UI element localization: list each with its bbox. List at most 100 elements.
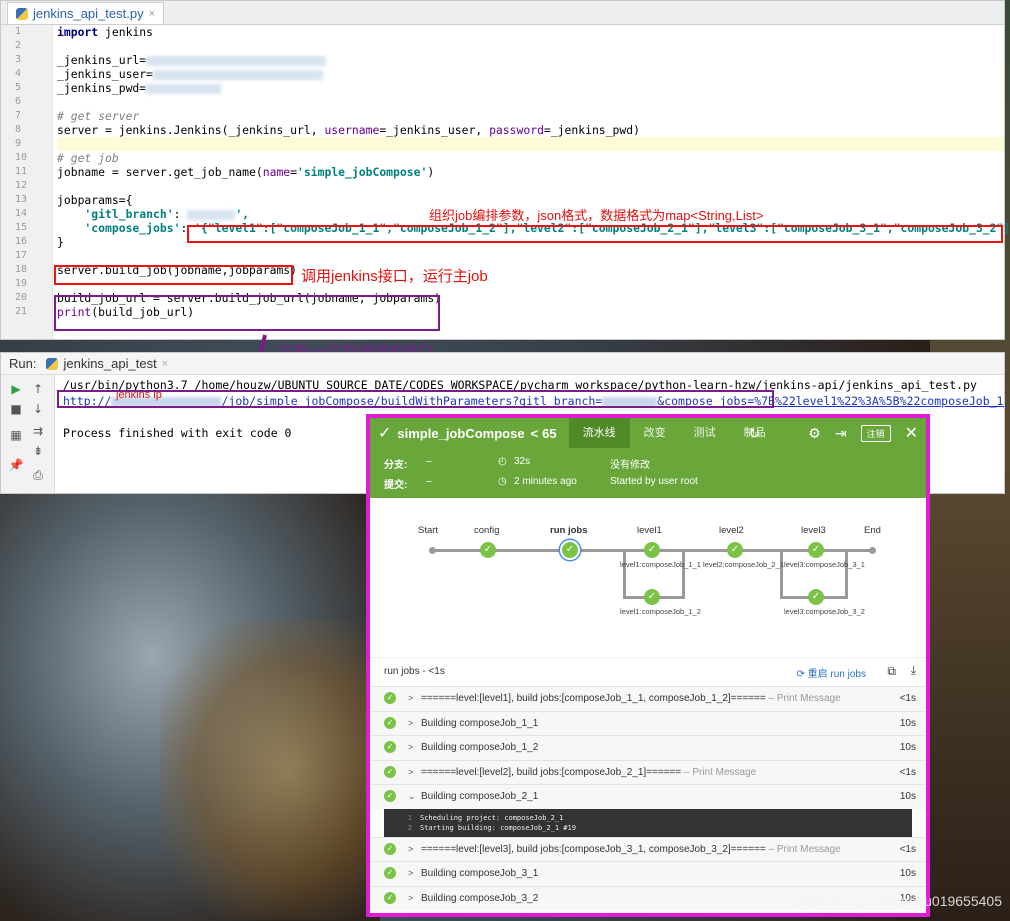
level3-job-2: level3:composeJob_3_2 (784, 607, 865, 616)
chevron-right-icon: > (408, 868, 414, 878)
stage-level3-node[interactable]: ✓ (808, 542, 824, 558)
stage-config-node[interactable]: ✓ (480, 542, 496, 558)
chevron-right-icon: > (408, 766, 414, 777)
step-row[interactable]: ✓ > Building composeJob_1_1 10s (370, 710, 926, 735)
soft-wrap-icon[interactable]: ⇉ (29, 423, 47, 439)
step-row[interactable]: ✓ > Building composeJob_3_1 10s (370, 861, 926, 886)
tab-tests[interactable]: 测试 (680, 418, 730, 448)
line-number: 15 (15, 222, 28, 233)
line-number: 16 (15, 236, 28, 247)
changes: 没有修改 (610, 460, 650, 471)
branch-value: – (426, 456, 432, 467)
file-tab-label: jenkins_api_test.py (33, 6, 144, 21)
up-arrow-icon[interactable]: ↑ (29, 381, 47, 397)
code-line: _jenkins_pwd= (57, 81, 1004, 95)
success-check-icon: ✓ (384, 692, 396, 704)
code-line: # get job (57, 151, 119, 165)
clock-icon: ◷ (498, 476, 507, 487)
python-file-icon (16, 7, 28, 20)
code-line: _jenkins_url= (57, 53, 1004, 67)
pin-icon[interactable]: 📌 (7, 457, 25, 473)
success-check-icon: ✓ (384, 790, 396, 802)
line-number: 19 (15, 278, 28, 289)
stage-level2-node[interactable]: ✓ (727, 542, 743, 558)
tab-pipeline[interactable]: 流水线 (568, 418, 630, 448)
stage-label-level2: level2 (719, 525, 744, 536)
success-check-icon: ✓ (384, 891, 396, 904)
restart-run-jobs-link[interactable]: ⟳ 重启 run jobs (796, 665, 866, 680)
branch-label: 分支: (384, 460, 408, 471)
print-icon[interactable]: ⎙ (29, 467, 47, 483)
success-check-icon: ✓ (384, 765, 396, 778)
tab-changes[interactable]: 改变 (630, 418, 680, 448)
level2-job-1: level2:composeJob_2_1 (703, 560, 784, 569)
stage-level1-node[interactable]: ✓ (644, 542, 660, 558)
rerun-icon[interactable]: ▶ (7, 381, 25, 397)
editor-tabbar: jenkins_api_test.py × (1, 1, 1004, 25)
chevron-right-icon: > (408, 742, 414, 752)
chevron-right-icon: > (408, 693, 414, 703)
rerun-icon[interactable]: ↻ (749, 425, 761, 442)
line-number: 18 (15, 264, 28, 275)
line-number: 6 (15, 96, 22, 107)
build-number: 65 (542, 425, 557, 441)
level3-job-1: level3:composeJob_3_1 (784, 560, 865, 569)
step-row[interactable]: ✓ > ======level:[level3], build jobs:[com… (370, 836, 926, 861)
run-label: Run: (9, 356, 37, 371)
stage-end-dot (869, 547, 876, 554)
build-url-highlight-box (54, 295, 440, 331)
commit-label: 提交: (384, 480, 408, 491)
line-number: 20 (15, 292, 28, 303)
close-icon[interactable]: × (162, 358, 168, 370)
scroll-end-icon[interactable]: ⇟ (29, 443, 47, 459)
run-meta: 分支: – 提交: – ◴ 32s ◷ 2 minutes ago 没有修改 S… (370, 448, 926, 498)
file-tab[interactable]: jenkins_api_test.py × (7, 2, 165, 24)
step-row-expanded[interactable]: ✓ ⌄ Building composeJob_2_1 10s (370, 784, 926, 809)
clock-icon: ◴ (498, 456, 507, 467)
url-highlight-box (57, 390, 774, 408)
stop-icon[interactable]: ■ (7, 401, 25, 417)
code-line-current (57, 137, 1004, 151)
step-row[interactable]: ✓ > ======level:[level1], build jobs:[com… (370, 686, 926, 711)
step-row[interactable]: ✓ > ======level:[level2], build jobs:[com… (370, 759, 926, 784)
exit-icon[interactable]: ⇥ (835, 425, 847, 442)
line-number: 9 (15, 138, 22, 149)
steps-list: ✓ > ======level:[level1], build jobs:[com… (370, 686, 926, 910)
line-number: 14 (15, 208, 28, 219)
watermark: https://blog.csdn.net/u019655405 (794, 893, 1002, 909)
logout-button[interactable]: 注销 (860, 424, 891, 442)
line-number: 1 (15, 26, 22, 37)
params-highlight-box (187, 225, 1003, 243)
step-row[interactable]: ✓ > Building composeJob_1_2 10s (370, 735, 926, 760)
job-title[interactable]: simple_jobCompose (397, 426, 524, 441)
chevron-right-icon: > (408, 717, 414, 728)
build-job-highlight-box (54, 265, 293, 285)
line-number: 11 (15, 166, 28, 177)
duration: 32s (514, 456, 531, 467)
level3-job-2-node[interactable]: ✓ (808, 589, 824, 605)
level1-job-2-node[interactable]: ✓ (644, 589, 660, 605)
stage-start-dot (429, 547, 436, 554)
line-number: 10 (15, 152, 28, 163)
down-arrow-icon[interactable]: ↓ (29, 401, 47, 417)
line-number: 21 (15, 306, 28, 317)
close-icon[interactable]: × (149, 8, 155, 20)
gear-icon[interactable]: ⚙ (808, 425, 821, 442)
layout-icon[interactable]: ▦ (7, 427, 25, 443)
download-icon[interactable]: ⤓ (911, 663, 916, 678)
line-number: 12 (15, 180, 28, 191)
success-check-icon: ✓ (384, 741, 396, 753)
external-link-icon[interactable]: ⧉ (887, 664, 896, 679)
close-icon[interactable]: ✕ (905, 423, 918, 443)
success-check-icon: ✓ (384, 867, 396, 879)
run-header: Run: jenkins_api_test × (1, 353, 1004, 375)
run-tab[interactable]: jenkins_api_test × (46, 356, 168, 371)
build-annotation: 调用jenkins接口，运行主job (301, 268, 488, 285)
line-number: 7 (15, 110, 22, 121)
chevron-down-icon: ⌄ (408, 791, 416, 801)
stage-run-jobs-node[interactable]: ✓ (562, 542, 578, 558)
stage-label-config: config (474, 525, 500, 536)
